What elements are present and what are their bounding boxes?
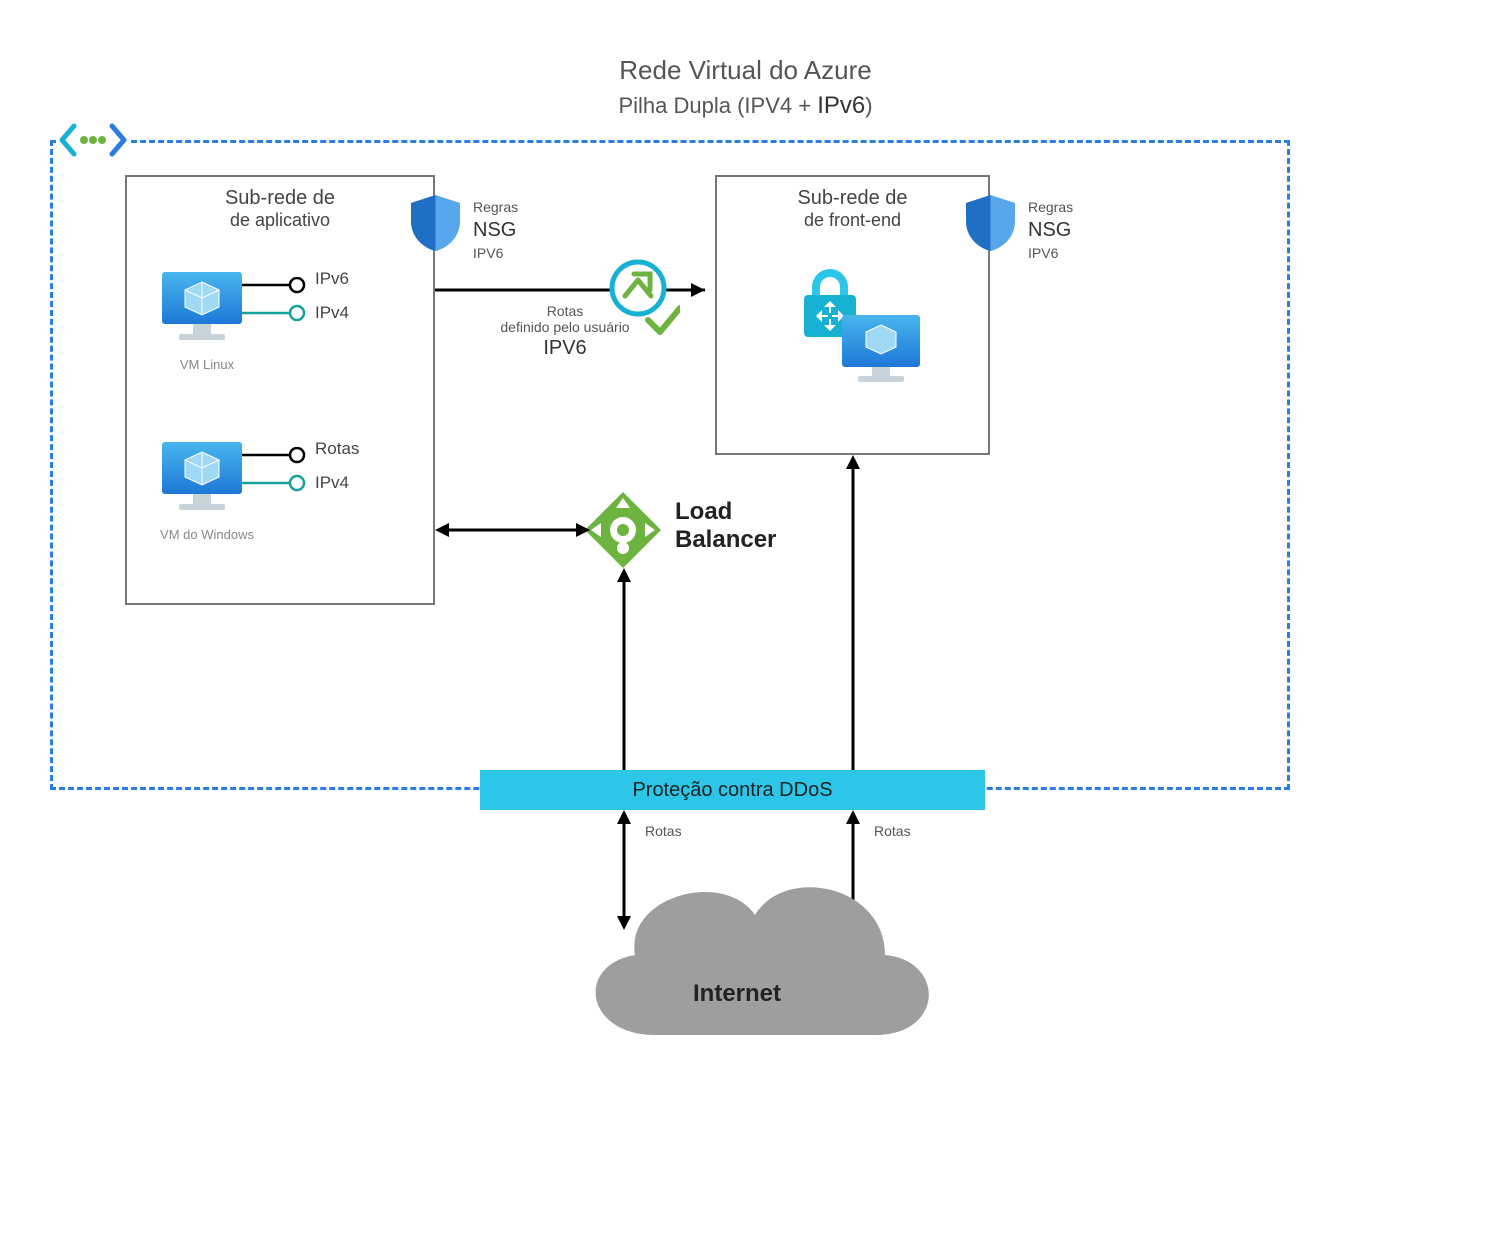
vm-linux-caption: VM Linux [147,357,267,372]
vm-linux-port-ipv6-label: IPv6 [315,269,349,289]
route-small2: definido pelo usuário [500,319,629,335]
internet-cloud-icon [545,855,945,1085]
shield-icon [408,193,463,253]
ddos-protection-bar: Proteção contra DDoS [480,770,985,810]
route-label: Rotas definido pelo usuário IPV6 [500,303,630,360]
subtitle-ipv6: IPv6 [817,92,865,119]
lb-line1: Load [675,498,732,525]
vm-linux-port-ipv4-label: IPv4 [315,303,349,323]
nsg-sub: IPV6 [473,245,503,261]
arrow-app-to-fe [435,280,725,300]
load-balancer-label: Load Balancer [675,498,776,553]
subtitle-prefix: Pilha Dupla (IPV4 + [618,93,817,118]
vm-linux-block: IPv6 IPv4 VM Linux [157,267,407,372]
nsg-small: Regras [473,199,518,215]
rotas-left-label: Rotas [645,823,682,839]
internet-label: Internet [693,980,781,1008]
nsg-main: NSG [1028,217,1073,244]
nat-lock-icon [782,257,932,397]
load-balancer-icon [583,490,663,570]
vm-windows-ports [242,447,322,497]
arrow-ddos-to-lb [614,568,634,773]
arrow-ddos-to-fe [843,455,863,773]
vm-windows-port-rotas-label: Rotas [315,439,359,459]
vm-linux-ports [242,277,322,327]
frontend-subnet-box: Sub-rede de de front-end [715,175,990,455]
route-main: IPV6 [500,337,630,360]
subtitle-suffix: ) [865,93,872,118]
ddos-label: Proteção contra DDoS [632,779,832,802]
fe-subnet-line2: de front-end [717,210,988,231]
fe-subnet-line1: Sub-rede de [717,187,988,210]
diagram-subtitle: Pilha Dupla (IPV4 + IPv6) [0,92,1491,120]
lb-line2: Balancer [675,526,776,553]
nsg-label-app: Regras NSG IPV6 [473,198,518,263]
vm-windows-port-ipv4-label: IPv4 [315,473,349,493]
nsg-label-fe: Regras NSG IPV6 [1028,198,1073,263]
nsg-sub: IPV6 [1028,245,1058,261]
shield-icon [963,193,1018,253]
nsg-main: NSG [473,217,518,244]
rotas-right-label: Rotas [874,823,911,839]
diagram-title: Rede Virtual do Azure [0,55,1491,86]
nsg-small: Regras [1028,199,1073,215]
vnet-peering-icon [58,118,128,163]
app-subnet-line2: de aplicativo [127,210,433,231]
arrow-app-lb [435,520,590,540]
application-subnet-box: Sub-rede de de aplicativo IPv6 IPv4 [125,175,435,605]
app-subnet-line1: Sub-rede de [127,187,433,210]
vm-windows-block: Rotas IPv4 VM do Windows [157,437,407,542]
vm-windows-caption: VM do Windows [147,527,267,542]
route-small1: Rotas [547,303,584,319]
